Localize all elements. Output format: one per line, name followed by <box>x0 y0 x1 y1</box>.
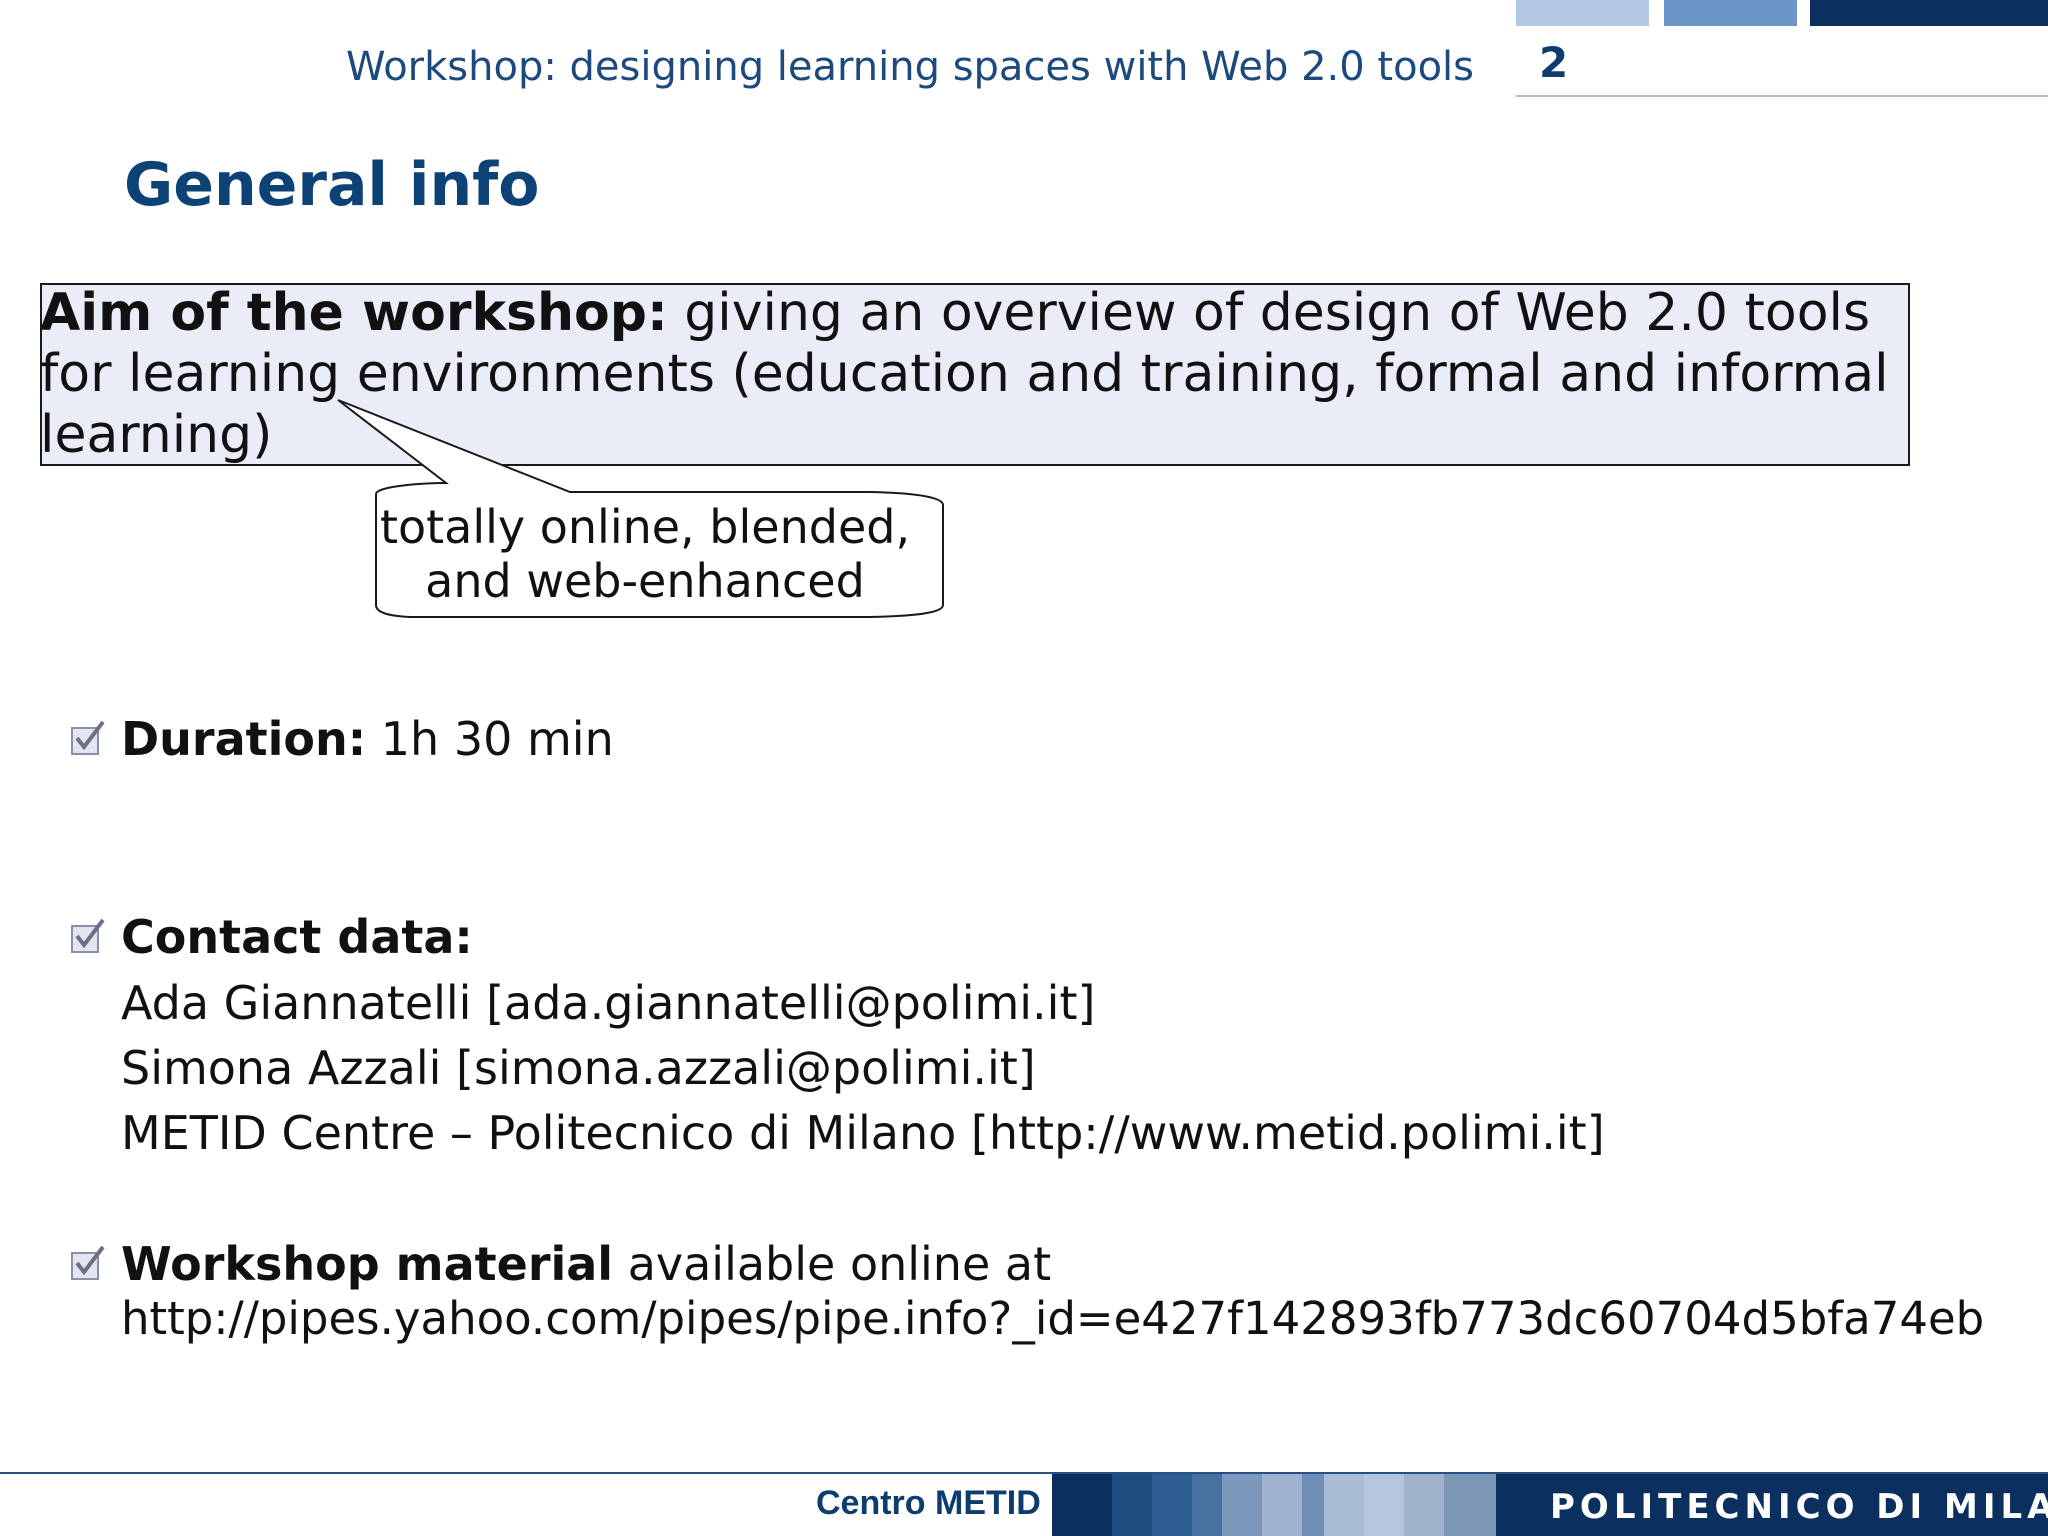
aim-line-1: Aim of the workshop: giving an overview … <box>40 283 1910 344</box>
contact-line: Simona Azzali [simona.azzali@polimi.it] <box>121 1041 1036 1095</box>
aim-text-line-1: giving an overview of design of Web 2.0 … <box>667 283 1871 343</box>
page-number: 2 <box>1539 38 1569 87</box>
duration-line: Duration: 1h 30 min <box>121 712 614 766</box>
material-text: available online at <box>613 1237 1052 1291</box>
checkbox-checked-icon <box>71 1245 105 1280</box>
header-title: Workshop: designing learning spaces with… <box>346 44 1475 90</box>
header-divider <box>1516 95 2048 97</box>
contact-line: Ada Giannatelli [ada.giannatelli@polimi.… <box>121 976 1096 1030</box>
footer-brand-logotype: POLITECNICO DI MILANO <box>1550 1487 2048 1527</box>
aim-text-line-2: for learning environments (education and… <box>40 344 1889 404</box>
duration-value: 1h 30 min <box>366 712 614 766</box>
header-bar-medium <box>1664 0 1797 26</box>
checkbox-checked-icon <box>71 720 105 755</box>
aim-text: Aim of the workshop: giving an overview … <box>40 283 1910 466</box>
aim-text-line-3: learning) <box>40 405 273 465</box>
footer-centro-metid: Centro METID <box>816 1484 1041 1522</box>
header-bar-light <box>1516 0 1649 26</box>
contact-line: METID Centre – Politecnico di Milano [ht… <box>121 1106 1605 1160</box>
aim-label: Aim of the workshop: <box>40 283 668 343</box>
header-bar-dark <box>1810 0 2048 26</box>
checkbox-checked-icon <box>71 918 105 953</box>
material-line: Workshop material available online at <box>121 1237 1051 1291</box>
contact-heading: Contact data: <box>121 910 473 964</box>
callout-line-2: and web-enhanced <box>425 554 865 608</box>
material-label: Workshop material <box>121 1237 614 1291</box>
duration-label: Duration: <box>121 712 367 766</box>
contact-label: Contact data: <box>121 910 473 964</box>
callout-text: totally online, blended, and web-enhance… <box>346 500 944 608</box>
slide-title: General info <box>124 150 540 220</box>
material-url-link[interactable]: http://pipes.yahoo.com/pipes/pipe.info?_… <box>121 1292 1984 1345</box>
callout-line-1: totally online, blended, <box>379 500 911 554</box>
